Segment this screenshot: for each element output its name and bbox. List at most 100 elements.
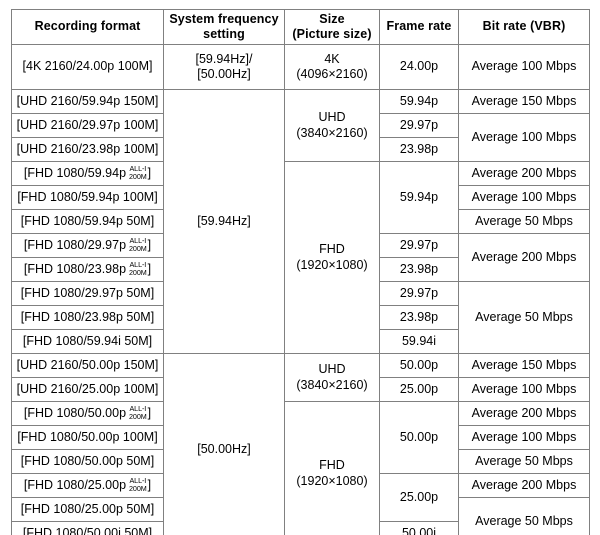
- table-header: Recording format System frequency settin…: [11, 9, 590, 45]
- all-i-line: 200M: [129, 483, 147, 493]
- format-label-suffix: ]: [147, 165, 152, 180]
- format-label-suffix: ]: [147, 237, 152, 252]
- bit-rate-cell: Average 100 Mbps: [458, 185, 590, 210]
- format-cell: [FHD 1080/59.94p 50M]: [11, 209, 164, 234]
- system-frequency-cell: [59.94Hz]/ [50.00Hz]: [163, 44, 285, 90]
- bit-rate-cell: Average 200 Mbps: [458, 161, 590, 186]
- format-cell: [UHD 2160/25.00p 100M]: [11, 377, 164, 402]
- bit-rate-cell: Average 100 Mbps: [458, 425, 590, 450]
- format-cell: [UHD 2160/50.00p 150M]: [11, 353, 164, 378]
- bit-rate-cell: Average 200 Mbps: [458, 401, 590, 426]
- format-label: [FHD 1080/50.00p 100M]: [17, 429, 158, 444]
- format-cell: [FHD 1080/23.98p 50M]: [11, 305, 164, 330]
- format-label: [UHD 2160/23.98p 100M]: [16, 141, 159, 156]
- header-line: System frequency: [169, 11, 279, 26]
- frame-rate-cell: 25.00p: [379, 473, 459, 522]
- bit-rate-cell: Average 150 Mbps: [458, 353, 590, 378]
- size-line: (1920×1080): [296, 257, 368, 272]
- format-label: [FHD 1080/50.00i 50M]: [22, 525, 153, 535]
- frame-rate-cell: 50.00i: [379, 521, 459, 535]
- header-line: Recording format: [34, 19, 141, 34]
- size-cell: FHD (1920×1080): [284, 161, 380, 354]
- frame-rate-cell: 59.94p: [379, 161, 459, 234]
- format-cell: [FHD 1080/59.94p ALL-I 200M]: [11, 161, 164, 186]
- format-label: [FHD 1080/23.98p 50M]: [20, 309, 155, 324]
- format-cell: [FHD 1080/50.00i 50M]: [11, 521, 164, 535]
- format-label: [4K 2160/24.00p 100M]: [22, 59, 153, 74]
- format-label: [UHD 2160/29.97p 100M]: [16, 117, 159, 132]
- size-line: (4096×2160): [296, 67, 368, 81]
- format-cell: [FHD 1080/50.00p 100M]: [11, 425, 164, 450]
- frame-rate-cell: 50.00p: [379, 401, 459, 474]
- all-i-badge: ALL-I 200M: [129, 261, 147, 276]
- header-line: Size: [319, 11, 345, 26]
- table-row: [UHD 2160/50.00p 150M] [50.00Hz] UHD (38…: [11, 353, 590, 535]
- format-cell: [FHD 1080/59.94i 50M]: [11, 329, 164, 354]
- header-line: (Picture size): [292, 27, 372, 41]
- frame-rate-cell: 29.97p: [379, 113, 459, 138]
- size-line: (1920×1080): [296, 473, 368, 488]
- format-label: [FHD 1080/29.97p: [23, 237, 127, 252]
- size-cell: 4K (4096×2160): [284, 44, 380, 90]
- frame-rate-cell: 23.98p: [379, 257, 459, 282]
- format-label-suffix: ]: [147, 405, 152, 420]
- frame-rate-cell: 23.98p: [379, 137, 459, 162]
- size-line: UHD: [318, 110, 346, 125]
- format-cell: [FHD 1080/25.00p ALL-I 200M]: [11, 473, 164, 498]
- format-label: [FHD 1080/59.94p: [23, 165, 127, 180]
- format-label: [FHD 1080/23.98p: [23, 261, 127, 276]
- recording-format-table: Recording format System frequency settin…: [11, 9, 590, 535]
- all-i-line: 200M: [129, 171, 147, 181]
- format-label: [FHD 1080/29.97p 50M]: [20, 285, 155, 300]
- column-header-frame-rate: Frame rate: [379, 9, 459, 45]
- all-i-badge: ALL-I 200M: [129, 477, 147, 492]
- all-i-badge: ALL-I 200M: [129, 165, 147, 180]
- format-label: [FHD 1080/59.94p 100M]: [17, 189, 158, 204]
- size-line: UHD: [318, 362, 346, 377]
- format-cell: [FHD 1080/23.98p ALL-I 200M]: [11, 257, 164, 282]
- all-i-line: 200M: [129, 243, 147, 253]
- header-line: Bit rate (VBR): [482, 19, 566, 34]
- system-frequency-line: [59.94Hz]/: [195, 51, 253, 66]
- column-header-bit-rate-vbr: Bit rate (VBR): [458, 9, 590, 45]
- header-row: Recording format System frequency settin…: [11, 9, 590, 45]
- format-cell: [FHD 1080/50.00p 50M]: [11, 449, 164, 474]
- all-i-line: 200M: [129, 267, 147, 277]
- format-label: [UHD 2160/59.94p 150M]: [16, 93, 159, 108]
- table-row: [FHD 1080/50.00p ALL-I 200M] FHD (1920×108…: [11, 401, 590, 535]
- format-cell: [UHD 2160/23.98p 100M]: [11, 137, 164, 162]
- recording-format-table-page: Recording format System frequency settin…: [0, 0, 600, 535]
- format-label: [UHD 2160/50.00p 150M]: [16, 357, 159, 372]
- frame-rate-cell: 24.00p: [379, 44, 459, 90]
- table-body: [4K 2160/24.00p 100M] [59.94Hz]/ [50.00H…: [11, 44, 590, 535]
- bit-rate-cell: Average 100 Mbps: [458, 44, 590, 90]
- all-i-badge: ALL-I 200M: [129, 405, 147, 420]
- format-cell: [FHD 1080/59.94p 100M]: [11, 185, 164, 210]
- frame-rate-cell: 25.00p: [379, 377, 459, 402]
- size-cell: UHD (3840×2160): [284, 353, 380, 402]
- format-label: [FHD 1080/59.94i 50M]: [22, 333, 153, 348]
- table-row: [FHD 1080/59.94p ALL-I 200M] FHD (1920×108…: [11, 161, 590, 354]
- frame-rate-cell: 59.94i: [379, 329, 459, 354]
- system-frequency-cell: [59.94Hz]: [163, 89, 285, 354]
- bit-rate-cell: Average 200 Mbps: [458, 233, 590, 282]
- size-line: (3840×2160): [296, 377, 368, 392]
- bit-rate-cell: Average 150 Mbps: [458, 89, 590, 114]
- system-frequency-line: [50.00Hz]: [197, 67, 251, 81]
- frame-rate-cell: 23.98p: [379, 305, 459, 330]
- format-label-suffix: ]: [147, 261, 152, 276]
- table-row: [UHD 2160/59.94p 150M] [59.94Hz] UHD (38…: [11, 89, 590, 354]
- format-cell: [4K 2160/24.00p 100M]: [11, 44, 164, 90]
- column-header-system-frequency-setting: System frequency setting: [163, 9, 285, 45]
- format-cell: [FHD 1080/29.97p ALL-I 200M]: [11, 233, 164, 258]
- bit-rate-cell: Average 50 Mbps: [458, 449, 590, 474]
- size-cell: UHD (3840×2160): [284, 89, 380, 162]
- size-line: FHD: [319, 242, 345, 257]
- all-i-badge: ALL-I 200M: [129, 237, 147, 252]
- frame-rate-cell: 59.94p: [379, 89, 459, 114]
- format-label: [FHD 1080/25.00p 50M]: [20, 501, 155, 516]
- format-label: [UHD 2160/25.00p 100M]: [16, 381, 159, 396]
- format-cell: [FHD 1080/25.00p 50M]: [11, 497, 164, 522]
- header-line: Frame rate: [386, 19, 452, 34]
- format-cell: [FHD 1080/50.00p ALL-I 200M]: [11, 401, 164, 426]
